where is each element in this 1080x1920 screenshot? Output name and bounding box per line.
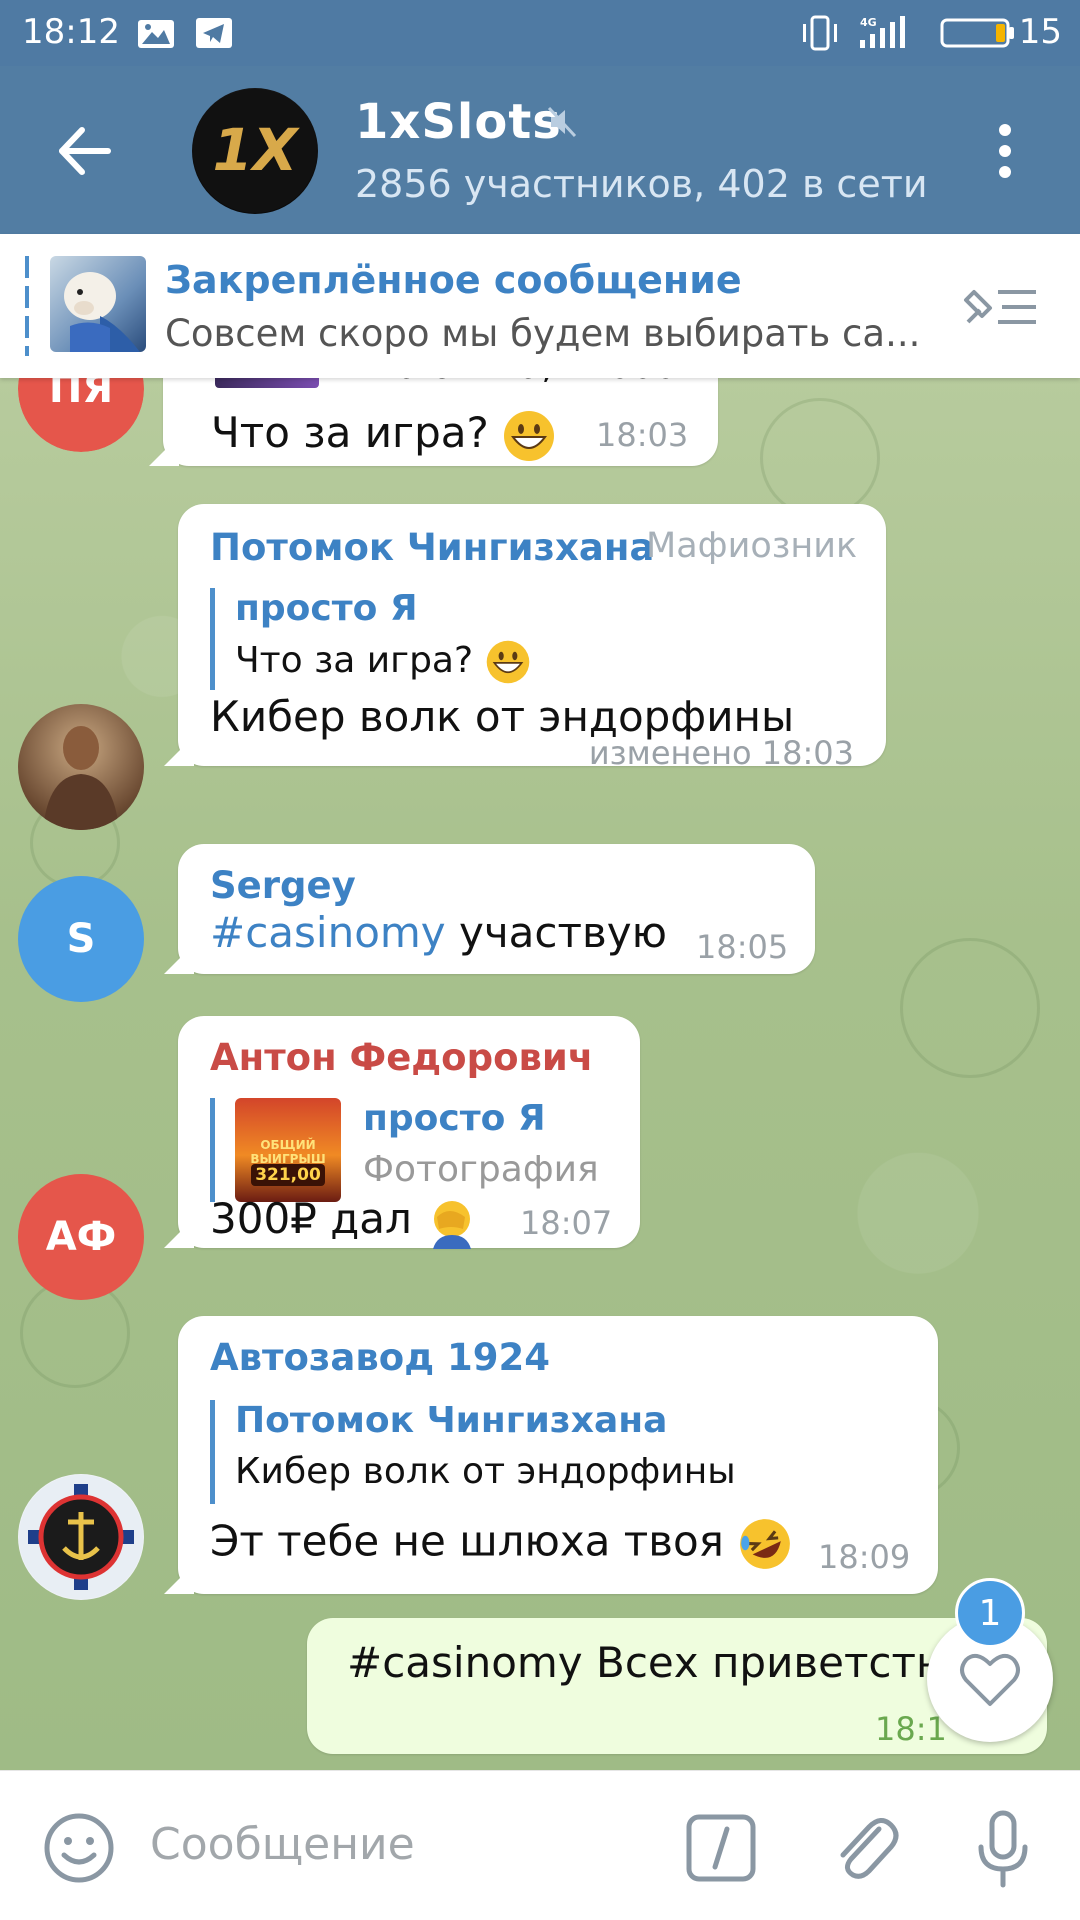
back-arrow-icon[interactable]	[50, 116, 120, 186]
bot-commands-icon[interactable]	[685, 1813, 757, 1883]
facepalm-emoji-icon	[433, 1200, 472, 1249]
pinned-message-bar[interactable]: Закреплённое сообщение Совсем скоро мы б…	[0, 234, 1080, 378]
message-input[interactable]: Сообщение	[150, 1819, 415, 1870]
muted-speaker-icon	[547, 106, 577, 138]
reply-author: Потомок Чингизхана	[235, 1400, 668, 1441]
pinned-thumbnail	[50, 256, 146, 352]
avatar[interactable]: АФ	[18, 1174, 144, 1300]
message-text: Эт тебе не шлюха твоя	[210, 1516, 724, 1566]
message-time: 18:1	[875, 1710, 947, 1748]
avatar-initials: ПЯ	[48, 378, 114, 412]
avatar-photo[interactable]	[18, 704, 144, 830]
battery-icon	[940, 18, 1014, 48]
reply-image-value: 321,00	[251, 1164, 325, 1186]
message-bubble[interactable]: Потомок Чингизхана Мафиозник просто Я Чт…	[178, 504, 886, 772]
reply-author: просто Я	[363, 1098, 546, 1139]
avatar-emblem[interactable]	[18, 1474, 144, 1600]
rofl-emoji-icon	[740, 1519, 791, 1569]
reply-text: Что за игра?	[235, 640, 474, 681]
signal-icon: 4G	[860, 16, 905, 48]
reply-image-thumbnail: ОБЩИЙ ВЫИГРЫШ 321,00	[235, 1098, 341, 1202]
chat-area[interactable]: Ха бляха, х1000 Что за игра? 18:03 ПЯ По…	[0, 378, 1080, 1770]
wallpaper-doodle	[900, 938, 1040, 1078]
naval-emblem	[19, 1475, 143, 1599]
status-time: 18:12	[22, 12, 120, 52]
message-text: участвую	[459, 908, 667, 957]
message-bubble[interactable]: Sergey #casinomy участвую 18:05	[178, 844, 815, 974]
message-bubble[interactable]: Автозавод 1924 Потомок Чингизхана Кибер …	[178, 1316, 938, 1594]
vibrate-icon	[803, 15, 837, 51]
grinning-emoji-icon	[504, 410, 555, 461]
sender-name[interactable]: Антон Федорович	[210, 1036, 593, 1079]
sender-name[interactable]: Потомок Чингизхана	[210, 526, 654, 569]
microphone-icon[interactable]	[975, 1807, 1031, 1891]
reply-thumbnail	[215, 378, 319, 388]
pinned-indicator	[25, 256, 29, 356]
message-time: 18:05	[696, 928, 789, 966]
channel-logo-text: 1X	[212, 116, 300, 184]
image-notification-icon	[138, 20, 174, 48]
avatar[interactable]: ПЯ	[18, 378, 144, 452]
reply-text: Кибер волк от эндорфины	[235, 1451, 736, 1492]
reply-author: просто Я	[235, 588, 418, 629]
channel-avatar[interactable]: 1X	[192, 88, 318, 214]
svg-text:4G: 4G	[860, 16, 877, 29]
avatar-initials: АФ	[45, 1214, 117, 1260]
chat-title[interactable]: 1xSlots	[355, 94, 562, 150]
pinned-title: Закреплённое сообщение	[165, 258, 742, 302]
message-time: 18:09	[818, 1538, 911, 1576]
grinning-emoji-icon	[486, 640, 529, 684]
reply-quote[interactable]: просто Я Что за игра?	[210, 588, 531, 690]
pinned-text: Совсем скоро мы будем выбирать са...	[165, 312, 921, 355]
message-time: 18:07	[520, 1204, 613, 1242]
message-input-bar: Сообщение	[0, 1770, 1080, 1920]
paperclip-icon[interactable]	[825, 1807, 905, 1887]
reply-quote[interactable]: Потомок Чингизхана Кибер волк от эндорфи…	[210, 1400, 736, 1504]
reply-text: Фотография	[363, 1149, 599, 1190]
reply-preview-text: Ха бляха, х1000	[373, 378, 677, 387]
message-bubble[interactable]: Антон Федорович ОБЩИЙ ВЫИГРЫШ 321,00 про…	[178, 1016, 640, 1249]
message-text: #casinomy Всех приветстн	[347, 1638, 944, 1687]
message-time: изменено 18:03	[588, 734, 854, 772]
hashtag-link[interactable]: #casinomy	[210, 908, 446, 957]
reaction-count-badge: 1	[955, 1578, 1025, 1648]
member-rank: Мафиозник	[646, 526, 858, 566]
message-text: Что за игра?	[211, 408, 489, 457]
heart-icon	[960, 1653, 1020, 1706]
avatar-initials: S	[66, 916, 96, 962]
person-photo	[43, 726, 119, 830]
telegram-notification-icon	[196, 18, 232, 48]
reply-quote[interactable]: ОБЩИЙ ВЫИГРЫШ 321,00 просто Я Фотография	[210, 1098, 610, 1202]
battery-level: 15	[1018, 12, 1062, 52]
sender-name[interactable]: Автозавод 1924	[210, 1336, 550, 1379]
reply-image-caption: ОБЩИЙ ВЫИГРЫШ	[250, 1138, 326, 1166]
message-text: 300₽ дал	[210, 1194, 412, 1243]
smiley-icon[interactable]	[42, 1811, 116, 1885]
message-time: 18:03	[596, 416, 689, 454]
more-menu-icon[interactable]	[990, 116, 1020, 186]
avatar[interactable]: S	[18, 876, 144, 1002]
chat-subtitle: 2856 участников, 402 в сети	[355, 162, 928, 206]
status-bar: 18:12 4G 15	[0, 0, 1080, 66]
message-bubble[interactable]: Ха бляха, х1000 Что за игра? 18:03	[163, 378, 718, 466]
sender-name[interactable]: Sergey	[210, 864, 356, 907]
wallpaper-doodle	[760, 398, 880, 518]
chat-header: 1X 1xSlots 2856 участников, 402 в сети	[0, 66, 1080, 234]
pinned-list-icon[interactable]	[960, 282, 1040, 332]
